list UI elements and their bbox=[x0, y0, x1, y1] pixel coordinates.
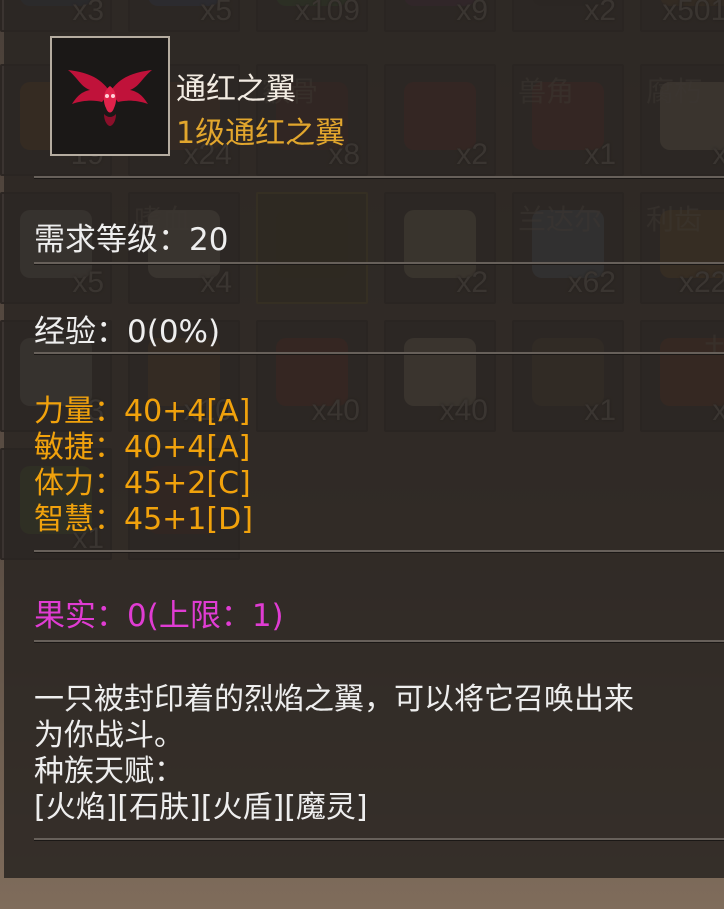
divider bbox=[34, 838, 724, 841]
description-line: 一只被封印着的烈焰之翼，可以将它召唤出来 bbox=[34, 682, 634, 717]
item-name: 通红之翼 bbox=[176, 72, 296, 107]
divider bbox=[34, 640, 724, 643]
divider bbox=[34, 176, 724, 179]
fruit-count: 果实：0(上限：1) bbox=[34, 598, 284, 634]
description-line: [火焰][石肤][火盾][魔灵] bbox=[34, 790, 368, 825]
divider bbox=[34, 352, 724, 355]
description-line: 种族天赋： bbox=[34, 754, 184, 789]
stat-stamina: 体力：45+2[C] bbox=[34, 466, 251, 501]
experience: 经验：0(0%) bbox=[34, 314, 221, 350]
item-description: 一只被封印着的烈焰之翼，可以将它召唤出来 为你战斗。 种族天赋： [火焰][石肤… bbox=[34, 682, 724, 826]
divider bbox=[34, 550, 724, 553]
required-level: 需求等级：20 bbox=[34, 222, 229, 258]
stat-wisdom: 智慧：45+1[D] bbox=[34, 502, 253, 537]
item-subtitle: 1级通红之翼 bbox=[176, 116, 346, 151]
divider bbox=[34, 262, 724, 265]
item-portrait bbox=[50, 36, 170, 156]
item-tooltip: 通红之翼 1级通红之翼 需求等级：20 经验：0(0%) 力量：40+4[A] … bbox=[4, 0, 724, 878]
stat-strength: 力量：40+4[A] bbox=[34, 394, 251, 429]
description-line: 为你战斗。 bbox=[34, 718, 184, 753]
crimson-wings-icon bbox=[68, 70, 152, 126]
stat-agility: 敏捷：40+4[A] bbox=[34, 430, 251, 465]
